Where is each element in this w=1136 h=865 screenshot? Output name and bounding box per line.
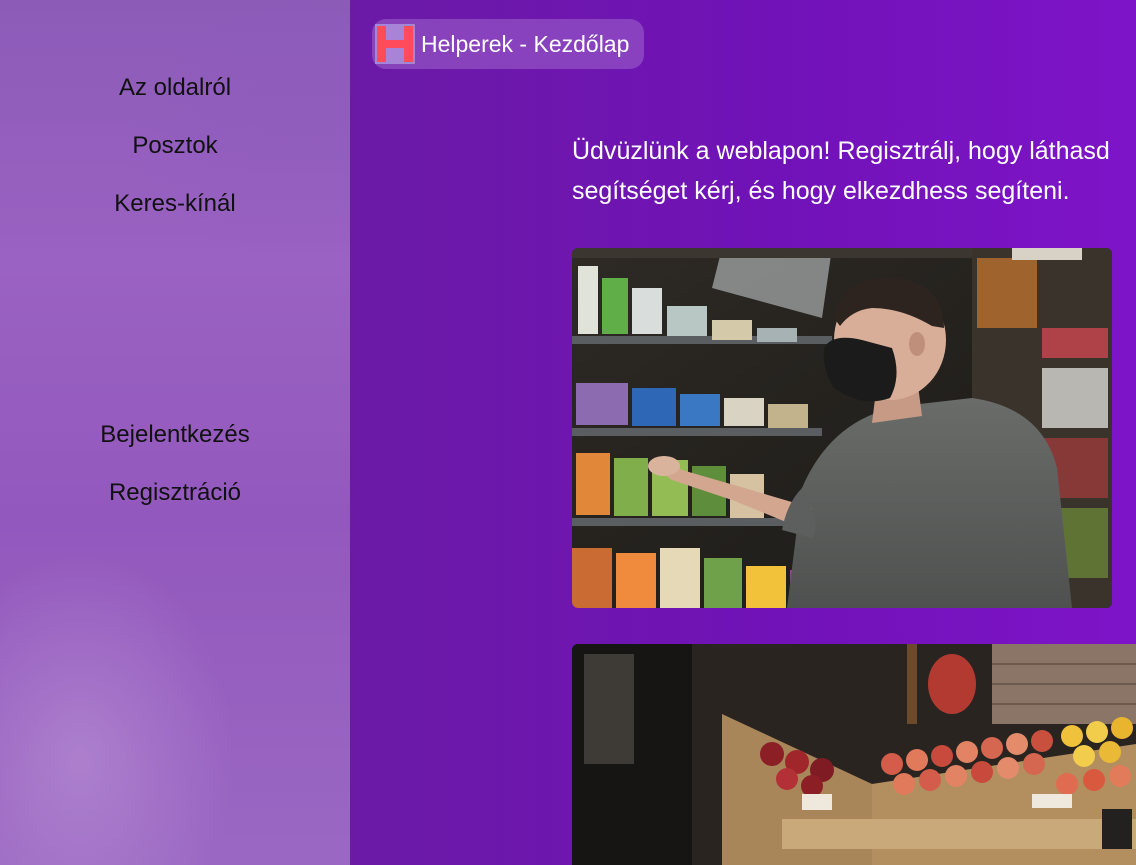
welcome-message: Üdvüzlünk a weblapon! Regisztrálj, hogy … bbox=[572, 131, 1136, 211]
welcome-line: segítséget kérj, és hogy elkezdhess segí… bbox=[572, 177, 1070, 205]
letter-h-logo-icon bbox=[375, 24, 415, 64]
welcome-line: Üdvüzlünk a weblapon! Regisztrálj, hogy … bbox=[572, 137, 1110, 165]
sidebar: Az oldalról Posztok Keres-kínál Bejelent… bbox=[0, 0, 350, 865]
nav-link-login[interactable]: Bejelentkezés bbox=[100, 419, 249, 451]
nav-link-posts[interactable]: Posztok bbox=[132, 130, 217, 162]
nav-link-marketplace[interactable]: Keres-kínál bbox=[114, 188, 235, 220]
sidebar-account-nav: Bejelentkezés Regisztráció bbox=[0, 419, 350, 535]
main-content: Helperek - Kezdőlap Üdvüzlünk a weblapon… bbox=[350, 0, 1136, 865]
nav-link-register[interactable]: Regisztráció bbox=[109, 477, 241, 509]
supermarket-shopper-photo bbox=[572, 248, 1112, 608]
sidebar-primary-nav: Az oldalról Posztok Keres-kínál bbox=[0, 72, 350, 246]
fruit-market-photo bbox=[572, 644, 1136, 865]
nav-link-about[interactable]: Az oldalról bbox=[119, 72, 231, 104]
home-brand-link[interactable]: Helperek - Kezdőlap bbox=[372, 19, 644, 69]
page-title: Helperek - Kezdőlap bbox=[421, 30, 630, 57]
